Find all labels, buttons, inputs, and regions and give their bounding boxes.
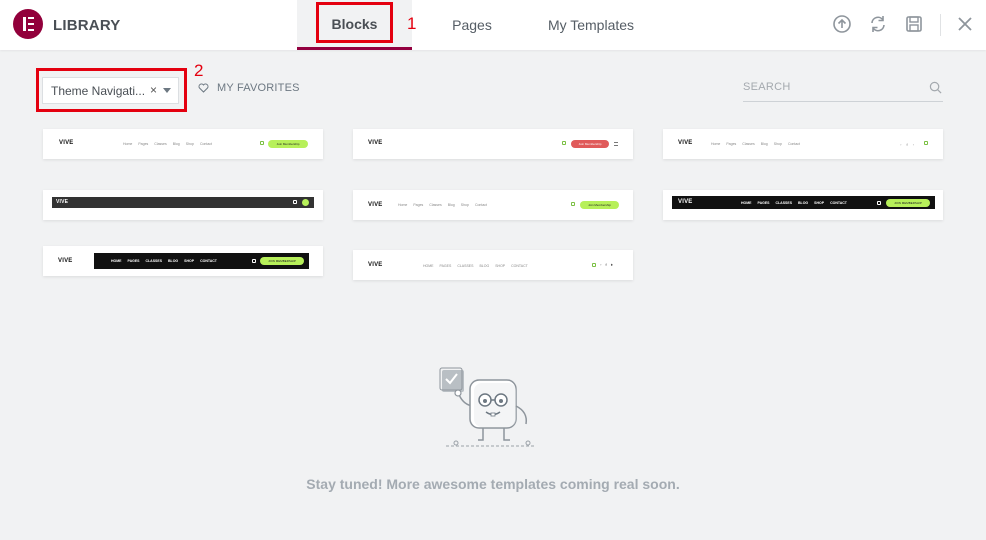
my-favorites-toggle[interactable]: MY FAVORITES <box>198 82 300 94</box>
template-nav: HOME PAGES CLASSES BLOG SHOP CONTACT <box>111 259 217 263</box>
template-nav: Home Pages Classes Blog Shop Contact <box>398 203 487 207</box>
annotation-number-1: 1 <box>407 14 417 33</box>
tab-pages[interactable]: Pages <box>437 0 507 50</box>
robot-mascot-illustration <box>439 367 536 447</box>
category-filter-select[interactable]: Theme Navigati... × <box>42 77 179 104</box>
filter-clear-icon[interactable]: × <box>150 83 157 97</box>
cart-icon <box>260 141 264 145</box>
heart-icon <box>198 83 209 93</box>
template-brand: VIVE <box>678 140 693 146</box>
template-brand: VIVE <box>368 140 383 146</box>
chevron-down-icon[interactable] <box>163 88 171 93</box>
cart-icon <box>877 201 881 205</box>
template-card[interactable]: VIVE <box>43 190 323 220</box>
template-card[interactable]: VIVE HOME PAGES CLASSES BLOG SHOP CONTACT ◦ f… <box>353 250 633 280</box>
template-dark-bar <box>52 197 314 208</box>
template-brand: VIVE <box>368 262 383 268</box>
template-brand: VIVE <box>368 202 383 208</box>
filter-selected-value: Theme Navigati... <box>51 84 146 98</box>
template-card[interactable]: VIVE Home Pages Classes Blog Shop Contact Joi… <box>43 129 323 159</box>
library-header: LIBRARY Blocks Pages My Templates <box>0 0 986 50</box>
menu-icon <box>614 142 618 146</box>
template-card[interactable]: VIVE Home Pages Classes Blog Shop Contact Joi… <box>353 190 633 220</box>
template-brand: VIVE <box>59 140 74 146</box>
template-brand: VIVE <box>678 199 693 205</box>
cart-icon <box>252 259 256 263</box>
my-favorites-label: MY FAVORITES <box>217 82 300 94</box>
template-cta: Join Membership <box>580 201 619 209</box>
template-card[interactable]: VIVE Join Membership <box>353 129 633 159</box>
template-nav: HOME PAGES CLASSES BLOG SHOP CONTACT <box>741 201 847 205</box>
cart-icon <box>592 263 596 267</box>
template-cta: Join Membership <box>571 140 609 148</box>
template-cta: JOIN MEMBERSHIP <box>260 257 304 265</box>
upload-icon[interactable] <box>832 14 852 34</box>
template-cta: JOIN MEMBERSHIP <box>886 199 930 207</box>
sync-icon[interactable] <box>868 14 888 34</box>
empty-state-message: Stay tuned! More awesome templates comin… <box>306 476 680 492</box>
template-nav: Home Pages Classes Blog Shop Contact <box>711 142 800 146</box>
elementor-logo-icon <box>13 9 43 39</box>
annotation-box-1 <box>316 2 393 43</box>
template-card[interactable]: VIVE HOME PAGES CLASSES BLOG SHOP CONTACT JOI… <box>663 190 943 220</box>
cart-icon <box>924 141 928 145</box>
search-box <box>743 77 943 102</box>
cart-icon <box>293 200 297 204</box>
template-nav: HOME PAGES CLASSES BLOG SHOP CONTACT <box>423 264 528 268</box>
search-icon[interactable] <box>929 81 942 94</box>
template-card[interactable]: VIVE HOME PAGES CLASSES BLOG SHOP CONTACT JOI… <box>43 246 323 276</box>
social-icons: ◦ f ◦ <box>900 142 917 147</box>
menu-button-icon <box>302 199 309 206</box>
save-icon[interactable] <box>904 14 924 34</box>
close-icon[interactable] <box>955 14 975 34</box>
search-input[interactable] <box>743 81 923 93</box>
library-title: LIBRARY <box>53 17 121 34</box>
template-card[interactable]: VIVE Home Pages Classes Blog Shop Contact ◦ f… <box>663 129 943 159</box>
cart-icon <box>562 141 566 145</box>
annotation-number-2: 2 <box>194 61 204 80</box>
template-nav: Home Pages Classes Blog Shop Contact <box>123 142 212 146</box>
header-divider <box>940 14 941 36</box>
template-cta: Join Membership <box>268 140 308 148</box>
template-brand: VIVE <box>58 258 73 264</box>
template-brand: VIVE <box>56 199 69 205</box>
social-icons: ◦ f ♦ <box>600 262 615 267</box>
cart-icon <box>571 202 575 206</box>
tab-my-templates[interactable]: My Templates <box>540 0 642 50</box>
